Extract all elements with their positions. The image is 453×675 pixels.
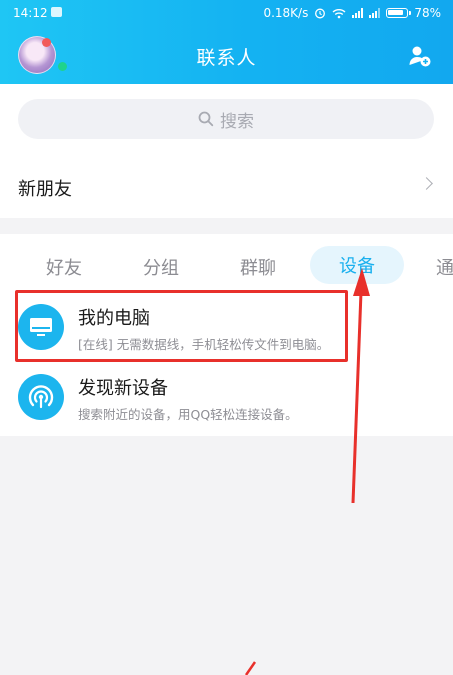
annotation-arrow bbox=[244, 268, 370, 675]
